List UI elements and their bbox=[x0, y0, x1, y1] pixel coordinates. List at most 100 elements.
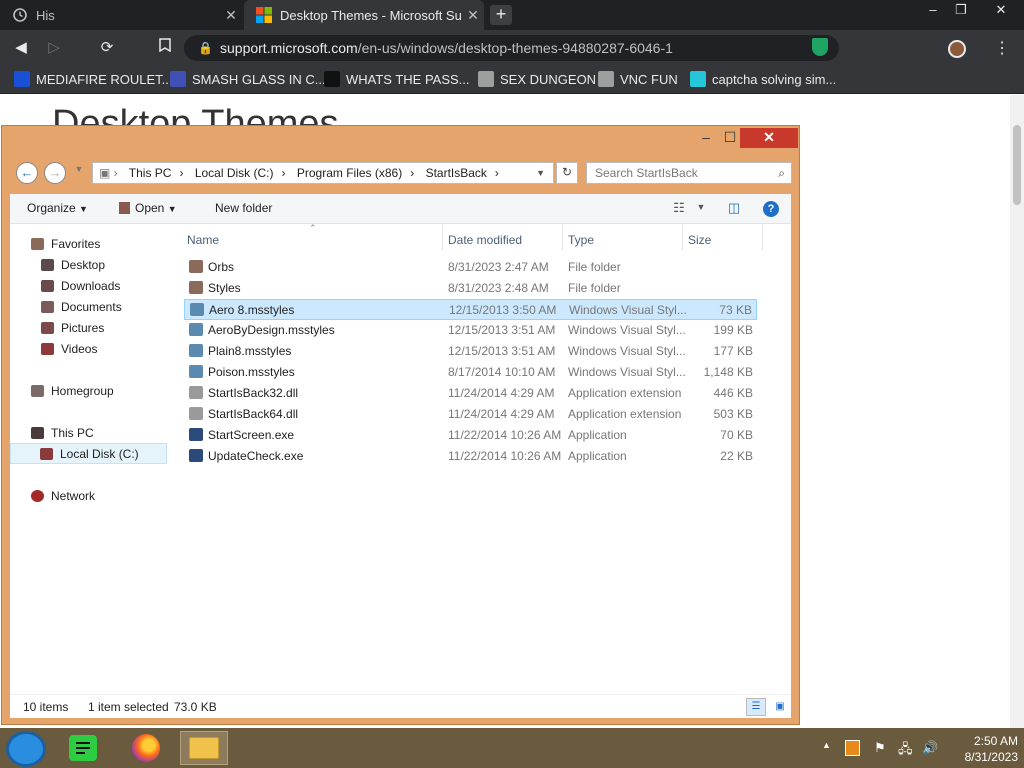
profile-avatar[interactable] bbox=[948, 40, 966, 58]
search-input[interactable]: Search StartIsBack ⌕ bbox=[586, 162, 792, 184]
nav-item-videos[interactable]: Videos bbox=[41, 342, 97, 356]
nav-item-homegroup[interactable]: Homegroup bbox=[31, 384, 114, 398]
bookmark-icon[interactable] bbox=[154, 37, 176, 59]
bookmark-item[interactable]: SMASH GLASS IN C... bbox=[170, 70, 326, 90]
taskbar-app-explorer[interactable] bbox=[180, 731, 228, 765]
file-name: StartIsBack64.dll bbox=[208, 407, 299, 421]
start-orb-icon[interactable] bbox=[6, 731, 46, 767]
bookmark-item[interactable]: SEX DUNGEON bbox=[478, 70, 596, 90]
search-icon: ⌕ bbox=[778, 166, 785, 180]
close-tab-icon[interactable]: ✕ bbox=[462, 7, 484, 24]
nav-item-documents[interactable]: Documents bbox=[41, 300, 122, 314]
file-name: Aero 8.msstyles bbox=[209, 303, 295, 317]
preview-pane-icon[interactable]: ◫ bbox=[725, 200, 743, 216]
back-arrow-icon[interactable]: ◀ bbox=[10, 37, 32, 59]
bookmark-item[interactable]: WHATS THE PASS... bbox=[324, 70, 470, 90]
restore-window-button[interactable]: ❐ bbox=[944, 0, 978, 22]
page-scrollbar[interactable] bbox=[1010, 95, 1024, 728]
flag-icon[interactable]: ⚑ bbox=[874, 740, 886, 756]
chevron-down-icon[interactable]: ▼ bbox=[536, 163, 545, 183]
selection-size: 73.0 KB bbox=[174, 700, 217, 714]
drive-icon bbox=[40, 448, 53, 460]
column-header-date[interactable]: Date modified bbox=[448, 233, 522, 247]
explorer-maximize-button[interactable]: ☐ bbox=[720, 128, 740, 148]
breadcrumb[interactable]: ▣ › This PC › Local Disk (C:) › Program Fi… bbox=[92, 162, 554, 184]
tab-history[interactable]: His ✕ bbox=[0, 0, 242, 30]
large-icons-view-icon[interactable]: ▣ bbox=[770, 698, 790, 716]
file-date: 12/15/2013 3:51 AM bbox=[448, 344, 556, 358]
file-row[interactable]: Aero 8.msstyles 12/15/2013 3:50 AM Windows… bbox=[184, 299, 757, 320]
reload-icon[interactable]: ⟳ bbox=[96, 37, 118, 59]
view-options-icon[interactable]: ☷ bbox=[670, 200, 688, 216]
explorer-title-bar[interactable]: – ☐ ✕ bbox=[2, 126, 799, 152]
breadcrumb-item[interactable]: Local Disk (C:) bbox=[195, 166, 274, 180]
help-icon[interactable]: ? bbox=[763, 201, 779, 217]
file-row[interactable]: UpdateCheck.exe 11/22/2014 10:26 AM Applic… bbox=[184, 446, 757, 467]
scrollbar-thumb[interactable] bbox=[1013, 125, 1021, 205]
back-arrow-icon[interactable]: ← bbox=[16, 162, 38, 184]
tab-desktop-themes[interactable]: Desktop Themes - Microsoft Supp ✕ bbox=[244, 0, 484, 30]
file-row[interactable]: StartScreen.exe 11/22/2014 10:26 AM Applic… bbox=[184, 425, 757, 446]
forward-arrow-icon[interactable]: → bbox=[44, 162, 66, 184]
show-hidden-icons-icon[interactable]: ▲ bbox=[822, 740, 831, 750]
column-header-size[interactable]: Size bbox=[688, 233, 711, 247]
bookmark-favicon-icon bbox=[170, 71, 186, 87]
nav-item-downloads[interactable]: Downloads bbox=[41, 279, 120, 293]
system-clock[interactable]: 2:50 AM 8/31/2023 bbox=[944, 733, 1018, 765]
nav-item-local-disk[interactable]: Local Disk (C:) bbox=[10, 443, 167, 464]
folder-file-icon bbox=[189, 260, 203, 273]
nav-item-pictures[interactable]: Pictures bbox=[41, 321, 104, 335]
taskbar-app-firefox[interactable] bbox=[122, 731, 170, 765]
breadcrumb-item[interactable]: This PC bbox=[129, 166, 172, 180]
file-row[interactable]: Orbs 8/31/2023 2:47 AM File folder bbox=[184, 257, 757, 278]
nav-item-this-pc[interactable]: This PC bbox=[31, 426, 94, 440]
close-window-button[interactable]: ✕ bbox=[984, 0, 1018, 22]
bookmark-item[interactable]: MEDIAFIRE ROULET... bbox=[14, 70, 173, 90]
nav-item-desktop[interactable]: Desktop bbox=[41, 258, 105, 272]
close-tab-icon[interactable]: ✕ bbox=[220, 7, 242, 24]
microsoft-logo-icon bbox=[256, 7, 272, 23]
new-folder-button[interactable]: New folder bbox=[215, 201, 272, 215]
breadcrumb-item[interactable]: Program Files (x86) bbox=[297, 166, 402, 180]
open-button[interactable]: Open ▼ bbox=[119, 201, 177, 215]
chevron-down-icon[interactable]: ▼ bbox=[692, 202, 710, 218]
shield-extension-icon[interactable] bbox=[812, 38, 828, 56]
bookmark-favicon-icon bbox=[690, 71, 706, 87]
nav-item-favorites[interactable]: Favorites bbox=[31, 237, 100, 251]
refresh-icon[interactable]: ↻ bbox=[556, 162, 578, 184]
file-date: 8/31/2023 2:47 AM bbox=[448, 260, 549, 274]
new-tab-button[interactable]: + bbox=[490, 5, 512, 25]
network-status-icon[interactable]: 🖧 bbox=[898, 740, 913, 762]
bookmark-item[interactable]: captcha solving sim... bbox=[690, 70, 836, 90]
details-view-icon[interactable]: ☰ bbox=[746, 698, 766, 716]
column-header-name[interactable]: Name bbox=[187, 233, 219, 247]
exe-file-icon bbox=[189, 428, 203, 441]
file-row[interactable]: Styles 8/31/2023 2:48 AM File folder bbox=[184, 278, 757, 299]
recent-locations-chevron-icon[interactable]: ▼ bbox=[70, 164, 88, 180]
tray-app-icon[interactable] bbox=[845, 740, 860, 756]
file-row[interactable]: AeroByDesign.msstyles 12/15/2013 3:51 AM W… bbox=[184, 320, 757, 341]
style-file-icon bbox=[190, 303, 204, 316]
file-row[interactable]: StartIsBack64.dll 11/24/2014 4:29 AM Appli… bbox=[184, 404, 757, 425]
forward-arrow-icon[interactable]: ▷ bbox=[43, 37, 65, 59]
nav-item-network[interactable]: Network bbox=[31, 489, 95, 503]
file-size: 503 KB bbox=[713, 407, 753, 421]
address-bar[interactable]: 🔒 support.microsoft.com/en-us/windows/de… bbox=[184, 35, 839, 61]
file-type: File folder bbox=[568, 260, 621, 274]
downloads-icon bbox=[41, 280, 54, 292]
organize-button[interactable]: Organize ▼ bbox=[27, 201, 88, 215]
file-name: Orbs bbox=[208, 260, 235, 274]
explorer-minimize-button[interactable]: – bbox=[696, 128, 716, 148]
explorer-close-button[interactable]: ✕ bbox=[740, 128, 798, 148]
breadcrumb-item[interactable]: StartIsBack bbox=[426, 166, 487, 180]
taskbar-app-notes[interactable] bbox=[59, 731, 107, 765]
volume-icon[interactable]: 🔊 bbox=[922, 740, 938, 756]
style-file-icon bbox=[189, 323, 203, 336]
file-row[interactable]: Poison.msstyles 8/17/2014 10:10 AM Windows… bbox=[184, 362, 757, 383]
bookmark-item[interactable]: VNC FUN bbox=[598, 70, 678, 90]
file-row[interactable]: StartIsBack32.dll 11/24/2014 4:29 AM Appli… bbox=[184, 383, 757, 404]
homegroup-icon bbox=[31, 385, 44, 397]
column-header-type[interactable]: Type bbox=[568, 233, 594, 247]
file-row[interactable]: Plain8.msstyles 12/15/2013 3:51 AM Windows… bbox=[184, 341, 757, 362]
menu-icon[interactable]: ⋮ bbox=[994, 38, 1010, 58]
